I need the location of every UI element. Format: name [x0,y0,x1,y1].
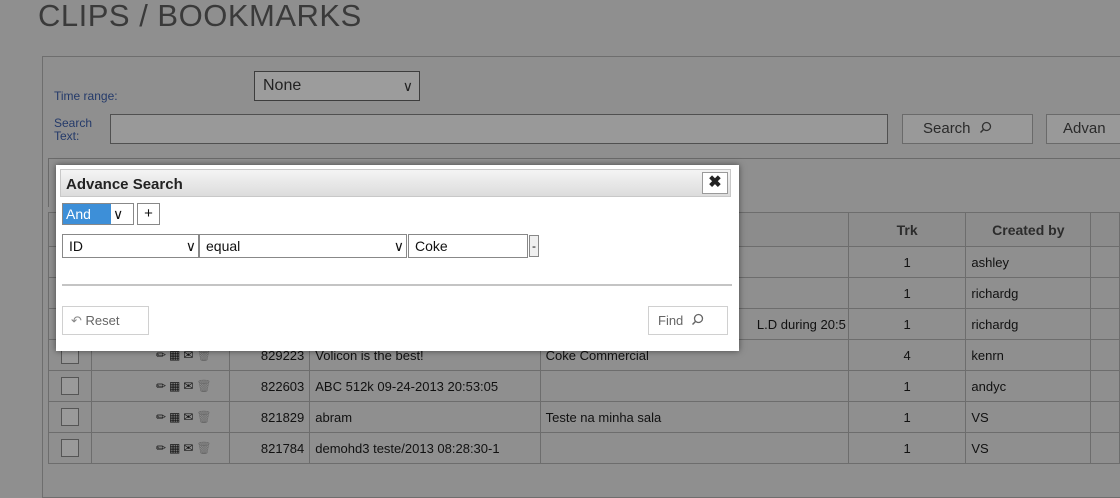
field-select[interactable]: ID ∨ [62,234,199,258]
grid-icon[interactable]: ▦ [169,441,183,455]
find-label: Find [658,313,684,328]
envelope-icon[interactable]: ✉ [183,379,196,393]
cell-created-by: VS [965,401,1092,433]
remove-condition-button[interactable]: - [529,235,539,257]
plus-icon: + [144,205,153,222]
row-actions: ✏▦✉🗑 [90,401,231,433]
search-icon [979,121,991,134]
cell-name: demohd3 teste/2013 08:28:30-1 [309,432,541,464]
cell-trk: 1 [847,401,967,433]
chevron-down-icon: ∨ [402,78,413,94]
trash-icon[interactable]: 🗑 [196,379,214,393]
cell-created-by: richardg [965,277,1092,309]
dialog-title: Advance Search [66,176,183,193]
header-created-by[interactable]: Created by [965,212,1092,247]
cell-id: 822603 [229,370,311,402]
cell-created-by: VS [965,432,1092,464]
table-row[interactable]: ✏▦✉🗑 822603 ABC 512k 09-24-2013 20:53:05… [48,370,1120,402]
criteria-input[interactable]: Coke [408,234,528,258]
page-title: CLIPS / BOOKMARKS [38,0,362,33]
search-button[interactable]: Search [902,114,1033,144]
reset-button[interactable]: ↶ Reset [62,306,149,335]
grid-icon[interactable]: ▦ [169,410,183,424]
search-icon [691,313,704,326]
search-label-line1: Search [54,116,93,130]
row-actions: ✏▦✉🗑 [90,370,231,402]
advanced-search-button[interactable]: Advan [1046,114,1120,144]
advance-search-dialog: Advance Search ✖ And ∨ + ID ∨ equal ∨ Co… [56,165,739,351]
header-trk[interactable]: Trk [847,212,967,247]
dialog-header: Advance Search ✖ [60,169,731,197]
pencil-icon[interactable]: ✏ [156,379,169,393]
logic-operator-value: And [63,204,111,224]
cell-trk: 1 [847,277,967,309]
search-button-label: Search [923,120,971,137]
grid-icon[interactable]: ▦ [169,379,183,393]
cell-name: abram [309,401,541,433]
chevron-down-icon: ∨ [113,206,124,222]
pencil-icon[interactable]: ✏ [156,441,169,455]
find-button[interactable]: Find [648,306,728,335]
add-condition-button[interactable]: + [137,203,160,225]
chevron-down-icon: ∨ [185,238,196,254]
row-checkbox[interactable] [60,377,79,395]
pencil-icon[interactable]: ✏ [156,410,169,424]
cell-created-by: ashley [965,246,1092,278]
time-range-label: Time range: [54,89,118,103]
close-icon: ✖ [708,174,722,191]
close-button[interactable]: ✖ [702,172,728,194]
trash-icon[interactable]: 🗑 [196,410,214,424]
cell-name: ABC 512k 09-24-2013 20:53:05 [309,370,541,402]
table-row[interactable]: ✏▦✉🗑 821784 demohd3 teste/2013 08:28:30-… [48,432,1120,464]
undo-icon: ↶ [71,313,82,328]
cell-desc: Teste na minha sala [539,401,849,433]
cell-created-by: richardg [965,308,1092,340]
search-label-line2: Text: [54,129,80,143]
operator-select[interactable]: equal ∨ [199,234,407,258]
cell-trk: 1 [847,370,967,402]
search-text-input[interactable] [110,114,888,144]
cell-trk: 1 [847,432,967,464]
reset-label: Reset [85,313,120,328]
envelope-icon[interactable]: ✉ [183,410,196,424]
cell-id: 821784 [229,432,311,464]
row-checkbox[interactable] [60,408,79,426]
cell-trk: 1 [847,246,967,278]
operator-value: equal [206,238,241,254]
cell-id: 821829 [229,401,311,433]
cell-desc [539,370,849,402]
time-range-select[interactable]: None ∨ [254,71,420,101]
time-range-value: None [263,77,302,94]
dialog-divider [62,284,732,286]
minus-icon: - [532,239,536,253]
cell-created-by: kenrn [965,339,1092,371]
chevron-down-icon: ∨ [393,238,404,254]
table-row[interactable]: ✏▦✉🗑 821829 abram Teste na minha sala 1 … [48,401,1120,433]
cell-trk: 4 [847,339,967,371]
cell-desc [539,432,849,464]
row-checkbox[interactable] [60,439,79,457]
cell-created-by: andyc [965,370,1092,402]
field-value: ID [69,238,83,254]
envelope-icon[interactable]: ✉ [183,441,196,455]
trash-icon[interactable]: 🗑 [196,441,214,455]
row-actions: ✏▦✉🗑 [90,432,231,464]
cell-trk: 1 [847,308,967,340]
logic-operator-select[interactable]: And ∨ [62,203,134,225]
